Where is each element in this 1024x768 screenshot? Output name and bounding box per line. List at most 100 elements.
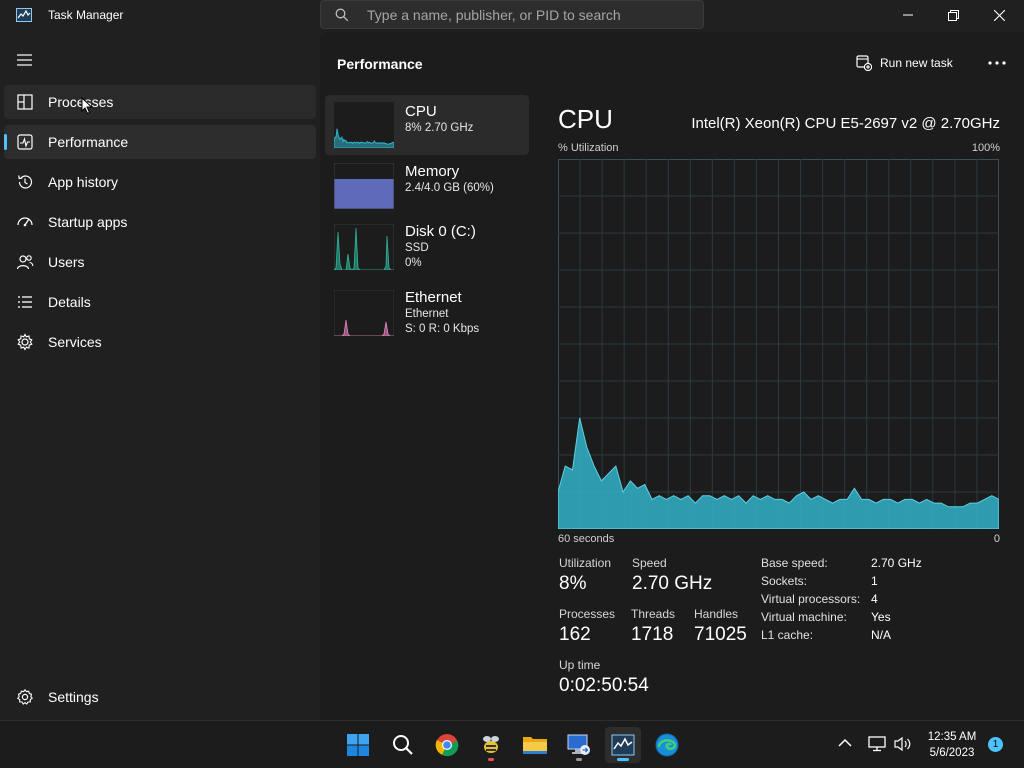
task-manager-app-icon (16, 8, 32, 22)
edge-button[interactable] (649, 727, 685, 763)
device-cpu[interactable]: CPU 8% 2.70 GHz (325, 95, 529, 155)
processes-value: 162 (559, 624, 591, 645)
memory-thumbnail-graph (334, 163, 394, 209)
device-memory[interactable]: Memory 2.4/4.0 GB (60%) (325, 155, 529, 215)
device-subtitle: 2.4/4.0 GB (60%) (405, 182, 494, 194)
spec-key: L1 cache: (761, 628, 814, 642)
device-subtitle: S: 0 R: 0 Kbps (405, 323, 480, 335)
handles-value: 71025 (694, 624, 747, 645)
uptime-value: 0:02:50:54 (559, 675, 649, 696)
navigation-pane: Processes Performance App history Startu… (0, 32, 320, 720)
nav-item-app-history[interactable]: App history (4, 165, 316, 199)
device-subtitle: 8% 2.70 GHz (405, 122, 474, 134)
cpu-heading: CPU (558, 104, 613, 134)
x-axis-left-label: 60 seconds (558, 533, 615, 545)
nav-item-details[interactable]: Details (4, 285, 316, 319)
close-button[interactable] (976, 0, 1022, 30)
remote-desktop-button[interactable] (561, 727, 597, 763)
restore-button[interactable] (930, 0, 976, 30)
device-subtitle: SSD (405, 242, 429, 254)
nav-item-settings[interactable]: Settings (4, 680, 316, 714)
task-manager-taskbar-button[interactable] (605, 727, 641, 763)
window-title: Task Manager (48, 8, 124, 22)
spec-value: Yes (871, 610, 891, 624)
settings-gear-icon (17, 688, 33, 705)
more-options-button[interactable] (984, 52, 1010, 74)
clock-date: 5/6/2023 (929, 747, 975, 759)
file-explorer-button[interactable] (517, 727, 553, 763)
nav-item-label: Services (48, 334, 102, 350)
nav-item-label: Users (48, 254, 85, 270)
nav-item-processes[interactable]: Processes (4, 85, 316, 119)
details-icon (18, 296, 32, 308)
services-icon (17, 333, 33, 351)
startup-apps-icon (17, 217, 33, 227)
volume-icon[interactable] (893, 736, 913, 752)
device-name: Disk 0 (C:) (405, 223, 476, 240)
show-hidden-icons-chevron-icon[interactable] (838, 738, 852, 748)
run-new-task-button[interactable]: Run new task (856, 52, 953, 74)
page-title: Performance (337, 56, 423, 72)
start-icon (347, 734, 369, 756)
start-button[interactable] (340, 727, 376, 763)
taskbar-search-button[interactable] (385, 727, 421, 763)
mouse-cursor-icon (81, 97, 93, 115)
task-manager-icon (611, 734, 635, 756)
close-icon (993, 9, 1005, 21)
nav-item-label: Startup apps (48, 214, 128, 230)
device-name: CPU (405, 103, 437, 120)
nav-item-performance[interactable]: Performance (4, 125, 316, 159)
x-axis-right-label: 0 (993, 533, 1000, 545)
cpu-utilization-graph (558, 159, 999, 529)
y-axis-max-label: 100% (971, 142, 1000, 154)
spec-value: 4 (871, 592, 878, 606)
run-new-task-label: Run new task (880, 56, 953, 70)
nav-item-startup-apps[interactable]: Startup apps (4, 205, 316, 239)
ethernet-thumbnail-graph (334, 290, 394, 336)
taskbar: 12:35 AM 5/6/2023 1 (0, 720, 1024, 768)
spec-value: 1 (871, 574, 878, 588)
speed-label: Speed (632, 556, 667, 570)
spec-key: Virtual processors: (761, 592, 861, 606)
processes-icon (17, 94, 33, 110)
run-new-task-icon (856, 55, 872, 71)
speed-value: 2.70 GHz (632, 573, 713, 594)
chrome-button[interactable] (429, 727, 465, 763)
bee-app-button[interactable] (473, 727, 509, 763)
cpu-model-name: Intel(R) Xeon(R) CPU E5-2697 v2 @ 2.70GH… (691, 115, 1000, 132)
device-name: Memory (405, 163, 460, 180)
running-indicator (488, 758, 494, 761)
threads-label: Threads (631, 607, 676, 621)
nav-item-label: Performance (48, 134, 129, 150)
system-clock[interactable]: 12:35 AM 5/6/2023 (918, 729, 986, 761)
threads-value: 1718 (631, 624, 674, 645)
minimize-button[interactable] (885, 0, 931, 30)
nav-item-users[interactable]: Users (4, 245, 316, 279)
device-subtitle: 0% (405, 257, 422, 269)
file-explorer-icon (523, 737, 547, 754)
graph-gridlines (558, 159, 999, 529)
network-icon[interactable] (868, 736, 888, 752)
handles-label: Handles (694, 607, 739, 621)
main-panel: Performance Run new task CPU 8% 2.70 GHz… (320, 32, 1024, 720)
more-options-icon (988, 61, 1006, 65)
search-box[interactable] (320, 0, 704, 29)
device-ethernet[interactable]: Ethernet Ethernet S: 0 R: 0 Kbps (325, 281, 529, 341)
processes-label: Processes (559, 607, 616, 621)
edge-icon (655, 733, 679, 757)
cpu-thumbnail-graph (334, 102, 394, 148)
device-name: Ethernet (405, 289, 462, 306)
spec-key: Virtual machine: (761, 610, 847, 624)
nav-item-services[interactable]: Services (4, 325, 316, 359)
device-subtitle: Ethernet (405, 308, 449, 320)
notification-badge[interactable]: 1 (988, 737, 1003, 752)
users-icon (16, 255, 34, 270)
nav-item-label: App history (48, 174, 119, 190)
utilization-value: 8% (559, 573, 587, 594)
utilization-label: Utilization (559, 556, 612, 570)
search-input[interactable] (367, 5, 687, 25)
spec-key: Base speed: (761, 556, 828, 570)
hamburger-menu-icon[interactable] (14, 52, 36, 68)
device-disk[interactable]: Disk 0 (C:) SSD 0% (325, 215, 529, 275)
bee-app-icon (483, 736, 499, 753)
